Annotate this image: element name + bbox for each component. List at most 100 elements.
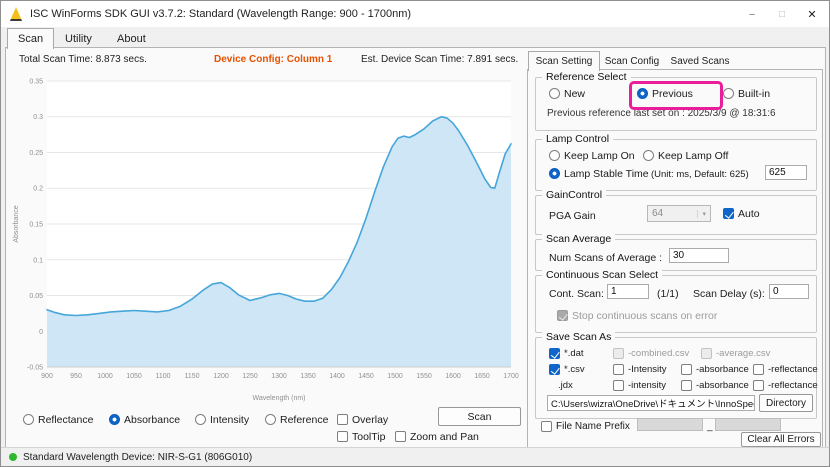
svg-text:1650: 1650 (474, 373, 490, 380)
checkbox-jdx-intensity[interactable]: -intensity (613, 379, 666, 392)
svg-text:1400: 1400 (329, 373, 345, 380)
checkbox-indicator (681, 364, 692, 375)
pga-gain-select[interactable]: 64 ▾ (647, 205, 711, 222)
svg-text:0.35: 0.35 (29, 79, 43, 86)
num-scans-label: Num Scans of Average : (549, 251, 662, 264)
radio-indicator (195, 414, 206, 425)
checkbox-jdx-absorbance[interactable]: -absorbance (681, 379, 749, 392)
radio-indicator (723, 88, 734, 99)
checkbox-csv[interactable]: *.csv (549, 363, 585, 376)
svg-text:1200: 1200 (213, 373, 229, 380)
svg-text:1050: 1050 (126, 373, 142, 380)
checkbox-csv-reflectance[interactable]: -reflectance (753, 363, 818, 376)
file-prefix-input-1 (637, 418, 703, 431)
radio-indicator (549, 168, 560, 179)
group-title: Save Scan As (542, 331, 615, 344)
tab-scan[interactable]: Scan (7, 28, 54, 49)
previous-reference-note: Previous reference last set on : 2025/3/… (547, 107, 776, 120)
directory-button[interactable]: Directory (759, 394, 813, 412)
checkbox-overlay[interactable]: Overlay (337, 413, 388, 426)
checkbox-indicator (613, 348, 624, 359)
chevron-down-icon: ▾ (697, 210, 706, 218)
checkbox-zoom-and-pan[interactable]: Zoom and Pan (395, 430, 479, 443)
checkbox-indicator (753, 380, 764, 391)
checkbox-file-name-prefix[interactable]: File Name Prefix (541, 420, 630, 433)
status-ok-icon (9, 453, 17, 461)
radio-absorbance[interactable]: Absorbance (109, 413, 180, 426)
directory-path-input[interactable]: C:\Users\wizra\OneDrive\ドキュメント\InnoSpect… (547, 395, 755, 411)
app-window: ISC WinForms SDK GUI v3.7.2: Standard (W… (0, 0, 830, 467)
checkbox-indicator (613, 364, 624, 375)
cont-scan-input[interactable]: 1 (607, 284, 649, 299)
maximize-icon[interactable]: □ (767, 1, 797, 27)
tab-scan-setting[interactable]: Scan Setting (528, 51, 600, 71)
checkbox-csv-absorbance[interactable]: -absorbance (681, 363, 749, 376)
radio-intensity[interactable]: Intensity (195, 413, 249, 426)
jdx-label: .jdx (558, 379, 573, 392)
tab-about[interactable]: About (107, 29, 156, 48)
group-title: Continuous Scan Select (542, 269, 662, 282)
checkbox-jdx-reflectance[interactable]: -reflectance (753, 379, 818, 392)
close-icon[interactable]: ✕ (797, 1, 827, 27)
checkbox-indicator (549, 364, 560, 375)
status-text: Standard Wavelength Device: NIR-S-G1 (80… (23, 452, 252, 463)
svg-text:0.25: 0.25 (29, 150, 43, 157)
tab-scan-config[interactable]: Scan Config (598, 53, 666, 70)
radio-reference[interactable]: Reference (265, 413, 328, 426)
group-title: Lamp Control (542, 133, 613, 146)
svg-text:900: 900 (41, 373, 53, 380)
svg-text:1100: 1100 (155, 373, 170, 380)
radio-reflectance[interactable]: Reflectance (23, 413, 93, 426)
svg-text:1500: 1500 (387, 373, 403, 380)
radio-keep-lamp-on[interactable]: Keep Lamp On (549, 149, 635, 162)
radio-indicator (643, 150, 654, 161)
checkbox-auto-gain[interactable]: Auto (723, 207, 760, 220)
svg-text:Wavelength (nm): Wavelength (nm) (252, 395, 305, 402)
svg-text:1600: 1600 (445, 373, 461, 380)
svg-text:0.3: 0.3 (33, 114, 43, 121)
title-bar: ISC WinForms SDK GUI v3.7.2: Standard (W… (1, 1, 829, 27)
tab-utility[interactable]: Utility (55, 29, 102, 48)
radio-indicator (549, 88, 560, 99)
svg-text:1250: 1250 (242, 373, 258, 380)
svg-text:0.1: 0.1 (33, 257, 43, 264)
svg-text:1300: 1300 (271, 373, 287, 380)
radio-keep-lamp-off[interactable]: Keep Lamp Off (643, 149, 728, 162)
checkbox-tooltip[interactable]: ToolTip (337, 430, 385, 443)
svg-text:-0.05: -0.05 (27, 365, 43, 372)
checkbox-indicator (723, 208, 734, 219)
radio-lamp-stable-time[interactable]: Lamp Stable Time (549, 167, 649, 180)
prefix-separator: _ (707, 420, 713, 433)
reference-select-group: Reference Select (535, 77, 817, 131)
checkbox-indicator (681, 380, 692, 391)
checkbox-dat[interactable]: *.dat (549, 347, 584, 360)
clear-all-errors-button[interactable]: Clear All Errors (741, 432, 821, 447)
checkbox-indicator (557, 310, 568, 321)
lamp-stable-time-hint: (Unit: ms, Default: 625) (651, 168, 749, 181)
checkbox-indicator (701, 348, 712, 359)
lamp-stable-time-input[interactable]: 625 (765, 165, 807, 180)
status-bar: Standard Wavelength Device: NIR-S-G1 (80… (1, 447, 829, 466)
checkbox-stop-on-error: Stop continuous scans on error (557, 309, 717, 322)
checkbox-combined-csv: -combined.csv (613, 347, 689, 360)
scan-delay-input[interactable]: 0 (769, 284, 809, 299)
radio-reference-new[interactable]: New (549, 87, 585, 100)
svg-text:Absorbance: Absorbance (13, 205, 20, 242)
num-scans-input[interactable]: 30 (669, 248, 729, 263)
svg-text:0.05: 0.05 (29, 293, 43, 300)
est-scan-time-label: Est. Device Scan Time: 7.891 secs. (361, 54, 518, 65)
svg-text:1550: 1550 (416, 373, 432, 380)
group-title: GainControl (542, 189, 606, 202)
radio-reference-builtin[interactable]: Built-in (723, 87, 770, 100)
window-title: ISC WinForms SDK GUI v3.7.2: Standard (W… (30, 8, 411, 20)
checkbox-indicator (753, 364, 764, 375)
main-tab-strip: Scan Utility About (1, 27, 829, 47)
radio-reference-previous[interactable]: Previous (637, 87, 693, 100)
scan-button[interactable]: Scan (438, 407, 521, 426)
absorbance-chart: -0.0500.050.10.150.20.250.30.35900950100… (9, 65, 519, 403)
tab-saved-scans[interactable]: Saved Scans (666, 53, 734, 70)
checkbox-indicator (337, 414, 348, 425)
minimize-icon[interactable]: – (737, 1, 767, 27)
checkbox-csv-intensity[interactable]: -Intensity (613, 363, 667, 376)
total-scan-time-label: Total Scan Time: 8.873 secs. (19, 54, 147, 65)
